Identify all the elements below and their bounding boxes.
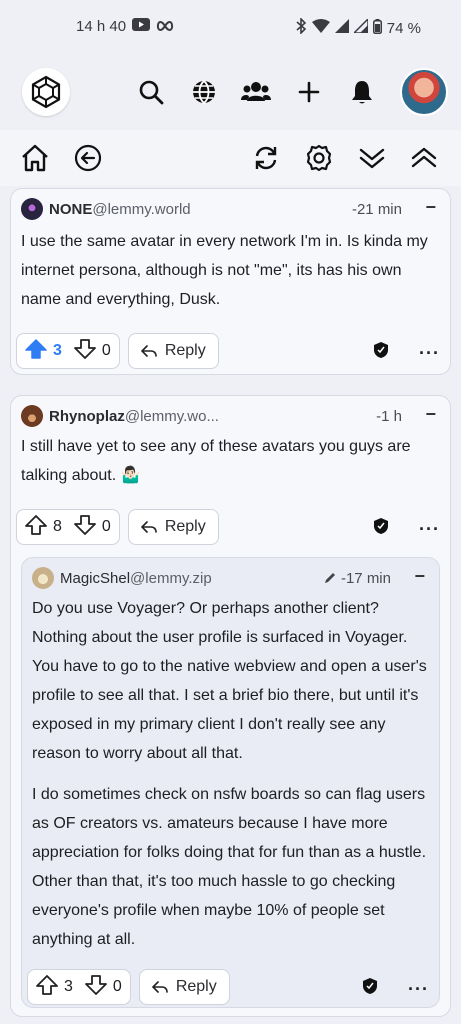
upvote-count: 8 xyxy=(53,518,62,535)
vote-box: 3 0 xyxy=(16,333,120,369)
comment-instance[interactable]: @lemmy.world xyxy=(92,201,190,218)
reply-arrow-icon xyxy=(140,521,157,533)
downvote-arrow-icon[interactable] xyxy=(85,974,107,1001)
collapse-icon[interactable]: − xyxy=(425,197,436,218)
wifi-icon xyxy=(311,19,330,37)
comment-card: Rhynoplaz @lemmy.wo... -1 h − I still ha… xyxy=(10,395,451,1017)
more-options-icon[interactable]: ··· xyxy=(408,980,429,998)
comment-time: -17 min xyxy=(323,570,391,587)
comment-body: I still have yet to see any of these ava… xyxy=(21,432,440,490)
reply-arrow-icon xyxy=(140,345,157,357)
moderation-shield-icon[interactable] xyxy=(373,517,389,540)
settings-gear-icon[interactable] xyxy=(303,142,335,174)
downvote-count: 0 xyxy=(101,518,111,535)
moderation-shield-icon[interactable] xyxy=(362,977,378,1000)
avatar[interactable] xyxy=(21,405,43,427)
comment-paragraph: I still have yet to see any of these ava… xyxy=(21,438,411,484)
comment-time: -1 h xyxy=(376,408,402,425)
more-options-icon[interactable]: ··· xyxy=(419,344,440,362)
reply-label: Reply xyxy=(164,518,206,535)
infinity-icon xyxy=(156,18,174,35)
vote-box: 8 0 xyxy=(16,509,120,545)
upvote-arrow-icon[interactable] xyxy=(25,514,47,541)
chevrons-up-icon[interactable] xyxy=(408,142,440,174)
comment-actions: 8 0 Reply ··· xyxy=(16,509,440,545)
comment-extra-actions: ··· xyxy=(362,977,429,1000)
edited-pencil-icon xyxy=(324,573,335,583)
nested-comment-card: MagicShel @lemmy.zip -17 min − Do you us… xyxy=(21,557,440,1008)
app-bar xyxy=(0,56,461,130)
comment-instance[interactable]: @lemmy.zip xyxy=(130,570,212,587)
comment-author[interactable]: Rhynoplaz xyxy=(49,408,125,425)
comment-extra-actions: ··· xyxy=(373,517,440,540)
upvote-count: 3 xyxy=(64,978,73,995)
comment-author[interactable]: MagicShel xyxy=(60,570,130,587)
comment-extra-actions: ··· xyxy=(373,341,440,364)
comment-card: NONE @lemmy.world -21 min − I use the sa… xyxy=(10,188,451,375)
comment-actions: 3 0 Reply ··· xyxy=(27,969,429,1005)
youtube-icon xyxy=(132,18,151,35)
clock: 14 h 40 xyxy=(76,18,127,35)
time-text: -21 min xyxy=(351,200,402,218)
signal-icon xyxy=(334,19,349,37)
comment-header: Rhynoplaz @lemmy.wo... -1 h − xyxy=(21,404,440,428)
reply-button[interactable]: Reply xyxy=(138,969,230,1005)
bluetooth-icon xyxy=(295,17,307,38)
reply-label: Reply xyxy=(175,978,217,995)
comment-header: NONE @lemmy.world -21 min − xyxy=(21,197,440,221)
downvote-count: 0 xyxy=(112,978,122,995)
comment-paragraph: Do you use Voyager? Or perhaps another c… xyxy=(32,600,427,762)
comment-body: I use the same avatar in every network I… xyxy=(21,227,440,314)
upvote-count: 3 xyxy=(53,342,62,359)
status-bar: 14 h 40 74 % xyxy=(0,0,461,56)
comment-actions: 3 0 Reply ··· xyxy=(16,333,440,369)
create-plus-icon[interactable] xyxy=(294,77,324,107)
avatar[interactable] xyxy=(21,198,43,220)
comment-paragraph: I use the same avatar in every network I… xyxy=(21,233,428,308)
downvote-count: 0 xyxy=(101,342,111,359)
comment-header: MagicShel @lemmy.zip -17 min − xyxy=(32,566,429,590)
upvote-arrow-icon[interactable] xyxy=(36,974,58,1001)
time-text: -1 h xyxy=(376,407,402,425)
reply-button[interactable]: Reply xyxy=(127,333,219,369)
lemmy-logo-icon xyxy=(31,75,61,109)
battery-level: 74 % xyxy=(386,19,421,37)
comment-author[interactable]: NONE xyxy=(49,201,92,218)
reply-arrow-icon xyxy=(151,981,168,993)
user-avatar[interactable] xyxy=(400,68,448,116)
home-icon[interactable] xyxy=(19,142,51,174)
vote-box: 3 0 xyxy=(27,969,131,1005)
post-toolbar xyxy=(0,130,461,186)
collapse-icon[interactable]: − xyxy=(414,566,425,587)
refresh-icon[interactable] xyxy=(250,142,282,174)
upvote-arrow-icon[interactable] xyxy=(25,338,47,365)
downvote-arrow-icon[interactable] xyxy=(74,338,96,365)
communities-icon[interactable] xyxy=(241,77,271,107)
globe-icon[interactable] xyxy=(189,77,219,107)
comment-instance[interactable]: @lemmy.wo... xyxy=(125,408,219,425)
comment-body: Do you use Voyager? Or perhaps another c… xyxy=(32,594,429,954)
downvote-arrow-icon[interactable] xyxy=(74,514,96,541)
time-text: -17 min xyxy=(340,569,391,587)
back-arrow-icon[interactable] xyxy=(72,142,104,174)
reply-button[interactable]: Reply xyxy=(127,509,219,545)
battery-icon xyxy=(372,18,382,38)
avatar[interactable] xyxy=(32,567,54,589)
moderation-shield-icon[interactable] xyxy=(373,341,389,364)
comment-paragraph: I do sometimes check on nsfw boards so c… xyxy=(32,786,427,948)
more-options-icon[interactable]: ··· xyxy=(419,520,440,538)
app-logo[interactable] xyxy=(22,68,70,116)
comment-time: -21 min xyxy=(352,201,402,218)
search-icon[interactable] xyxy=(136,77,166,107)
reply-label: Reply xyxy=(164,342,206,359)
signal-icon-2 xyxy=(351,17,369,37)
notifications-bell-icon[interactable] xyxy=(347,77,377,107)
collapse-icon[interactable]: − xyxy=(425,404,436,425)
chevrons-down-icon[interactable] xyxy=(356,142,388,174)
